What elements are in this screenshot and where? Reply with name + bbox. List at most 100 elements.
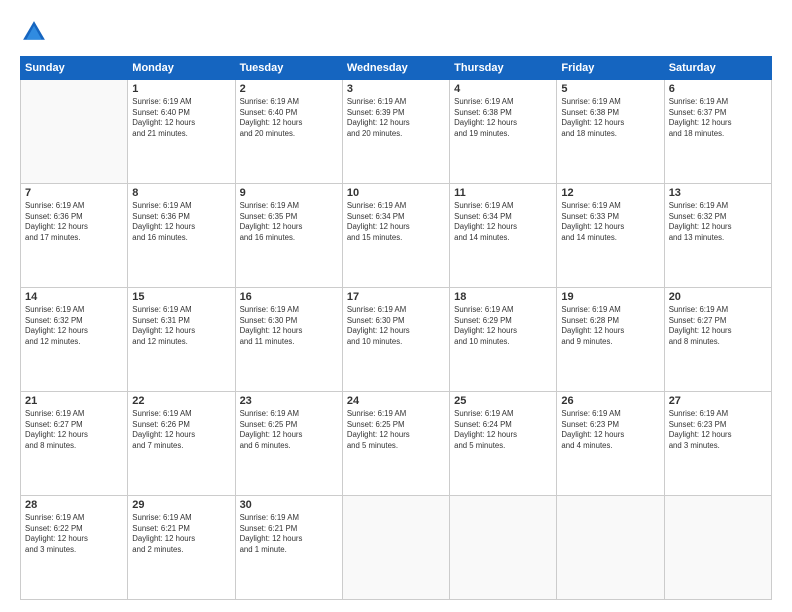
day-info: Sunrise: 6:19 AMSunset: 6:27 PMDaylight:… [669, 305, 767, 347]
day-info: Sunrise: 6:19 AMSunset: 6:38 PMDaylight:… [454, 97, 552, 139]
day-info: Sunrise: 6:19 AMSunset: 6:39 PMDaylight:… [347, 97, 445, 139]
calendar-day-13: 13 Sunrise: 6:19 AMSunset: 6:32 PMDayligh… [664, 184, 771, 288]
day-number: 3 [347, 83, 445, 95]
day-info: Sunrise: 6:19 AMSunset: 6:23 PMDaylight:… [669, 409, 767, 451]
day-number: 23 [240, 395, 338, 407]
weekday-header-thursday: Thursday [450, 57, 557, 80]
day-number: 15 [132, 291, 230, 303]
calendar-day-8: 8 Sunrise: 6:19 AMSunset: 6:36 PMDaylight… [128, 184, 235, 288]
calendar-day-27: 27 Sunrise: 6:19 AMSunset: 6:23 PMDayligh… [664, 392, 771, 496]
day-number: 16 [240, 291, 338, 303]
calendar-empty-cell [21, 80, 128, 184]
day-info: Sunrise: 6:19 AMSunset: 6:36 PMDaylight:… [25, 201, 123, 243]
day-info: Sunrise: 6:19 AMSunset: 6:31 PMDaylight:… [132, 305, 230, 347]
day-number: 11 [454, 187, 552, 199]
day-info: Sunrise: 6:19 AMSunset: 6:23 PMDaylight:… [561, 409, 659, 451]
day-number: 4 [454, 83, 552, 95]
day-number: 13 [669, 187, 767, 199]
weekday-header-monday: Monday [128, 57, 235, 80]
calendar-day-18: 18 Sunrise: 6:19 AMSunset: 6:29 PMDayligh… [450, 288, 557, 392]
calendar-day-3: 3 Sunrise: 6:19 AMSunset: 6:39 PMDaylight… [342, 80, 449, 184]
calendar-day-16: 16 Sunrise: 6:19 AMSunset: 6:30 PMDayligh… [235, 288, 342, 392]
day-number: 8 [132, 187, 230, 199]
day-info: Sunrise: 6:19 AMSunset: 6:34 PMDaylight:… [454, 201, 552, 243]
day-number: 14 [25, 291, 123, 303]
day-info: Sunrise: 6:19 AMSunset: 6:21 PMDaylight:… [240, 513, 338, 555]
day-number: 27 [669, 395, 767, 407]
day-number: 7 [25, 187, 123, 199]
day-info: Sunrise: 6:19 AMSunset: 6:21 PMDaylight:… [132, 513, 230, 555]
calendar-week-row: 14Sunrise: 6:19 AMSunset: 6:32 PMDayligh… [21, 288, 772, 392]
calendar-day-2: 2 Sunrise: 6:19 AMSunset: 6:40 PMDaylight… [235, 80, 342, 184]
day-info: Sunrise: 6:19 AMSunset: 6:32 PMDaylight:… [669, 201, 767, 243]
day-info: Sunrise: 6:19 AMSunset: 6:30 PMDaylight:… [240, 305, 338, 347]
calendar-day-15: 15 Sunrise: 6:19 AMSunset: 6:31 PMDayligh… [128, 288, 235, 392]
weekday-header-tuesday: Tuesday [235, 57, 342, 80]
day-number: 21 [25, 395, 123, 407]
calendar-day-19: 19Sunrise: 6:19 AMSunset: 6:28 PMDayligh… [557, 288, 664, 392]
calendar-empty-cell [342, 496, 449, 600]
day-info: Sunrise: 6:19 AMSunset: 6:24 PMDaylight:… [454, 409, 552, 451]
header [20, 18, 772, 46]
calendar-day-1: 1 Sunrise: 6:19 AMSunset: 6:40 PMDaylight… [128, 80, 235, 184]
calendar-day-29: 29 Sunrise: 6:19 AMSunset: 6:21 PMDayligh… [128, 496, 235, 600]
calendar-day-17: 17 Sunrise: 6:19 AMSunset: 6:30 PMDayligh… [342, 288, 449, 392]
weekday-header-row: SundayMondayTuesdayWednesdayThursdayFrid… [21, 57, 772, 80]
day-number: 2 [240, 83, 338, 95]
calendar-week-row: 1 Sunrise: 6:19 AMSunset: 6:40 PMDaylight… [21, 80, 772, 184]
day-number: 1 [132, 83, 230, 95]
day-info: Sunrise: 6:19 AMSunset: 6:36 PMDaylight:… [132, 201, 230, 243]
calendar-day-10: 10 Sunrise: 6:19 AMSunset: 6:34 PMDayligh… [342, 184, 449, 288]
day-number: 5 [561, 83, 659, 95]
day-info: Sunrise: 6:19 AMSunset: 6:40 PMDaylight:… [240, 97, 338, 139]
day-number: 12 [561, 187, 659, 199]
weekday-header-wednesday: Wednesday [342, 57, 449, 80]
calendar-empty-cell [450, 496, 557, 600]
day-number: 25 [454, 395, 552, 407]
calendar-day-4: 4 Sunrise: 6:19 AMSunset: 6:38 PMDaylight… [450, 80, 557, 184]
calendar-week-row: 21 Sunrise: 6:19 AMSunset: 6:27 PMDayligh… [21, 392, 772, 496]
calendar-day-14: 14Sunrise: 6:19 AMSunset: 6:32 PMDayligh… [21, 288, 128, 392]
day-info: Sunrise: 6:19 AMSunset: 6:35 PMDaylight:… [240, 201, 338, 243]
calendar-day-26: 26 Sunrise: 6:19 AMSunset: 6:23 PMDayligh… [557, 392, 664, 496]
day-number: 24 [347, 395, 445, 407]
page: SundayMondayTuesdayWednesdayThursdayFrid… [0, 0, 792, 612]
day-number: 22 [132, 395, 230, 407]
calendar-day-22: 22Sunrise: 6:19 AMSunset: 6:26 PMDayligh… [128, 392, 235, 496]
day-info: Sunrise: 6:19 AMSunset: 6:37 PMDaylight:… [669, 97, 767, 139]
day-info: Sunrise: 6:19 AMSunset: 6:25 PMDaylight:… [240, 409, 338, 451]
logo-icon [20, 18, 48, 46]
day-number: 26 [561, 395, 659, 407]
day-number: 19 [561, 291, 659, 303]
calendar-day-6: 6 Sunrise: 6:19 AMSunset: 6:37 PMDaylight… [664, 80, 771, 184]
calendar-day-25: 25 Sunrise: 6:19 AMSunset: 6:24 PMDayligh… [450, 392, 557, 496]
calendar-day-21: 21 Sunrise: 6:19 AMSunset: 6:27 PMDayligh… [21, 392, 128, 496]
day-number: 20 [669, 291, 767, 303]
day-info: Sunrise: 6:19 AMSunset: 6:40 PMDaylight:… [132, 97, 230, 139]
day-number: 10 [347, 187, 445, 199]
weekday-header-friday: Friday [557, 57, 664, 80]
day-info: Sunrise: 6:19 AMSunset: 6:38 PMDaylight:… [561, 97, 659, 139]
calendar-empty-cell [664, 496, 771, 600]
day-number: 18 [454, 291, 552, 303]
calendar-day-12: 12 Sunrise: 6:19 AMSunset: 6:33 PMDayligh… [557, 184, 664, 288]
day-info: Sunrise: 6:19 AMSunset: 6:25 PMDaylight:… [347, 409, 445, 451]
calendar-empty-cell [557, 496, 664, 600]
calendar-day-30: 30Sunrise: 6:19 AMSunset: 6:21 PMDayligh… [235, 496, 342, 600]
day-info: Sunrise: 6:19 AMSunset: 6:27 PMDaylight:… [25, 409, 123, 451]
day-info: Sunrise: 6:19 AMSunset: 6:34 PMDaylight:… [347, 201, 445, 243]
day-info: Sunrise: 6:19 AMSunset: 6:33 PMDaylight:… [561, 201, 659, 243]
day-info: Sunrise: 6:19 AMSunset: 6:30 PMDaylight:… [347, 305, 445, 347]
calendar-day-7: 7 Sunrise: 6:19 AMSunset: 6:36 PMDaylight… [21, 184, 128, 288]
day-number: 6 [669, 83, 767, 95]
calendar-week-row: 28Sunrise: 6:19 AMSunset: 6:22 PMDayligh… [21, 496, 772, 600]
logo [20, 18, 52, 46]
day-info: Sunrise: 6:19 AMSunset: 6:29 PMDaylight:… [454, 305, 552, 347]
calendar-day-5: 5 Sunrise: 6:19 AMSunset: 6:38 PMDaylight… [557, 80, 664, 184]
day-number: 17 [347, 291, 445, 303]
calendar-day-23: 23 Sunrise: 6:19 AMSunset: 6:25 PMDayligh… [235, 392, 342, 496]
day-number: 9 [240, 187, 338, 199]
weekday-header-saturday: Saturday [664, 57, 771, 80]
day-number: 29 [132, 499, 230, 511]
day-number: 28 [25, 499, 123, 511]
